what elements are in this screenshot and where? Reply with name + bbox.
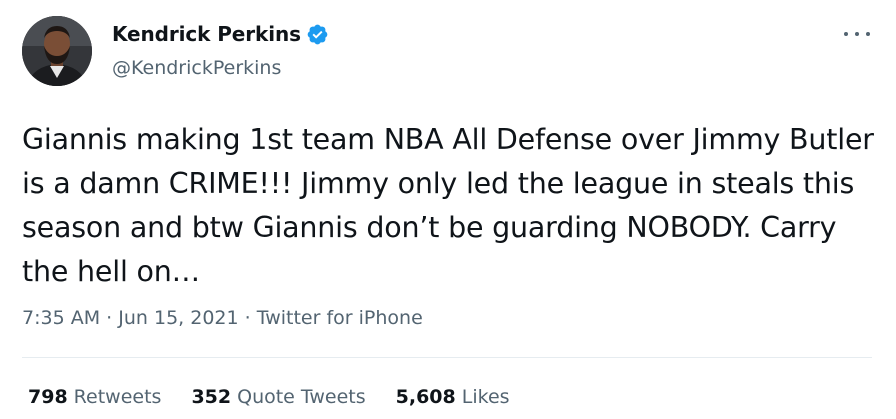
quote-tweets-count: 352 bbox=[191, 386, 232, 408]
dot bbox=[844, 32, 848, 36]
tweet-meta: 7:35 AM · Jun 15, 2021 · Twitter for iPh… bbox=[22, 307, 423, 329]
verified-badge-icon bbox=[306, 23, 329, 46]
tweet-source[interactable]: Twitter for iPhone bbox=[257, 307, 423, 329]
divider bbox=[22, 357, 872, 358]
avatar[interactable] bbox=[22, 16, 92, 86]
likes-label: Likes bbox=[461, 386, 510, 408]
retweets-count: 798 bbox=[28, 386, 68, 408]
likes-count: 5,608 bbox=[395, 386, 456, 408]
avatar-image bbox=[22, 16, 92, 86]
display-name[interactable]: Kendrick Perkins bbox=[112, 22, 301, 46]
likes-stat[interactable]: 5,608 Likes bbox=[396, 386, 510, 408]
meta-separator: · bbox=[244, 307, 257, 329]
dot bbox=[855, 32, 859, 36]
dot bbox=[866, 32, 870, 36]
tweet-text: Giannis making 1st team NBA All Defense … bbox=[22, 123, 874, 288]
tweet-stats: 798 Retweets 352 Quote Tweets 5,608 Like… bbox=[28, 386, 540, 408]
retweets-label: Retweets bbox=[73, 386, 162, 408]
quote-tweets-label: Quote Tweets bbox=[237, 386, 366, 408]
more-options-icon[interactable] bbox=[844, 24, 870, 44]
retweets-stat[interactable]: 798 Retweets bbox=[28, 386, 161, 408]
author-handle[interactable]: @KendrickPerkins bbox=[112, 57, 281, 79]
tweet-date[interactable]: Jun 15, 2021 bbox=[118, 307, 238, 329]
author-name-row: Kendrick Perkins bbox=[112, 22, 329, 46]
meta-separator: · bbox=[106, 307, 119, 329]
quote-tweets-stat[interactable]: 352 Quote Tweets bbox=[191, 386, 365, 408]
tweet-time[interactable]: 7:35 AM bbox=[22, 307, 100, 329]
